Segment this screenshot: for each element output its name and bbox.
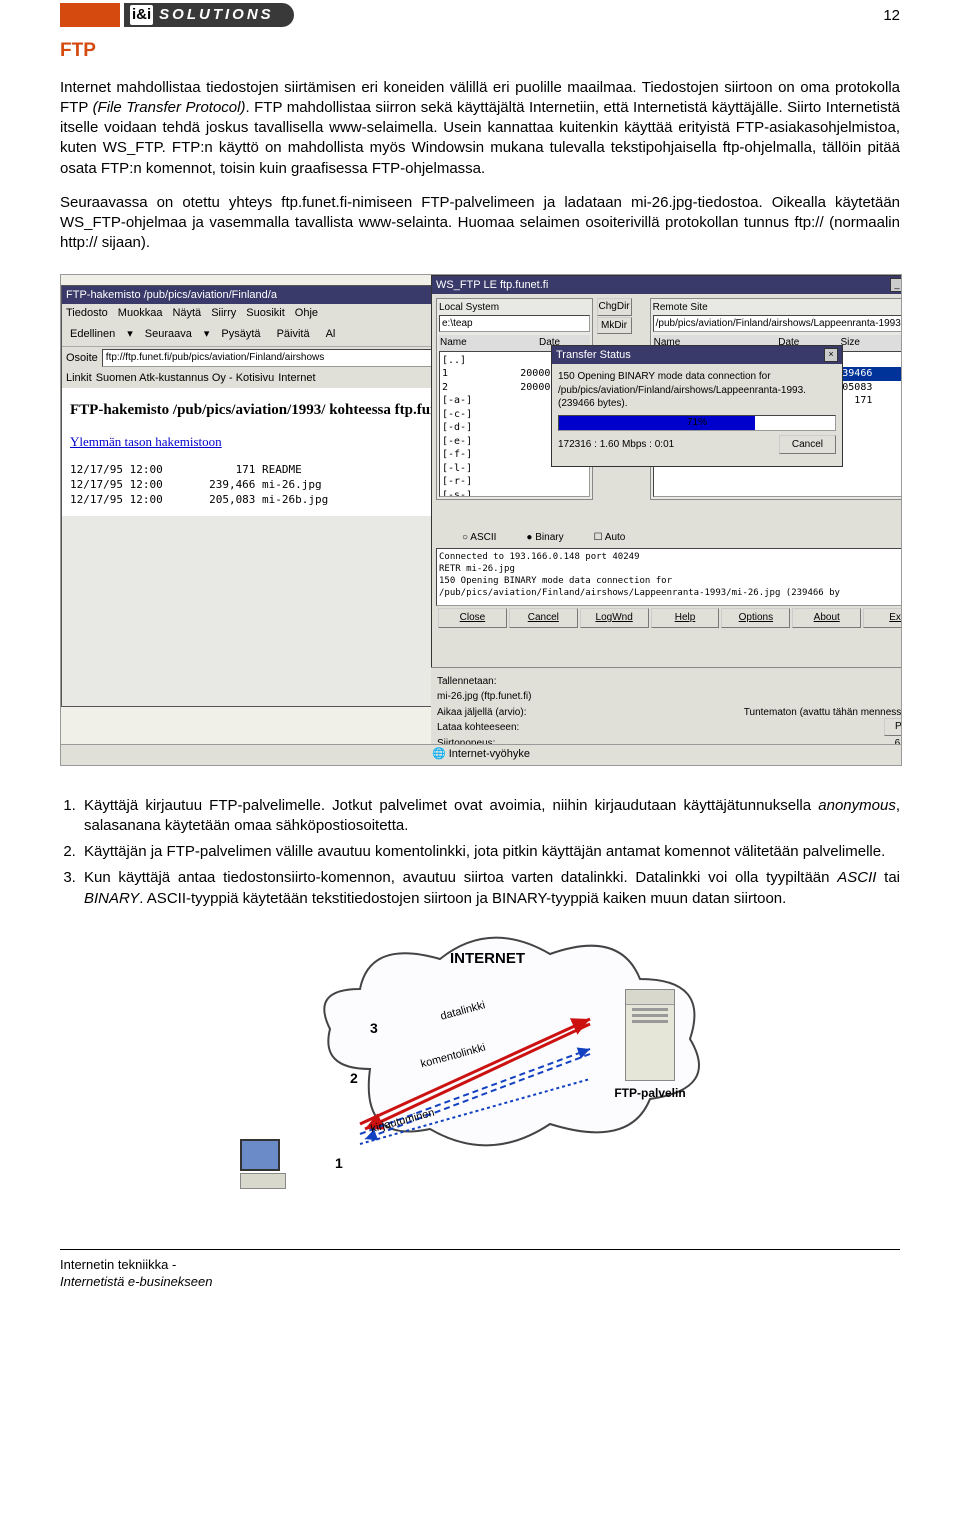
chgdir-button[interactable]: ChgDir bbox=[597, 298, 632, 316]
browser-title: FTP-hakemisto /pub/pics/aviation/Finland… bbox=[66, 288, 277, 303]
close-icon[interactable]: × bbox=[824, 348, 838, 362]
transfer-mode-radios: ○ ASCII ● Binary ☐ Auto bbox=[432, 528, 902, 548]
home-button[interactable]: Al bbox=[322, 326, 340, 343]
transfer-msg: /pub/pics/aviation/Finland/airshows/Lapp… bbox=[558, 384, 836, 398]
status-log: Connected to 193.166.0.148 port 40249 RE… bbox=[436, 548, 902, 606]
page-footer: Internetin tekniikka - Internetistä e-bu… bbox=[60, 1249, 900, 1291]
dir-heading: FTP-hakemisto /pub/pics/aviation/1993/ k… bbox=[70, 400, 484, 420]
intro-paragraph-2: Seuraavassa on otettu yhteys ftp.funet.f… bbox=[60, 193, 900, 254]
exit-button[interactable]: Exit bbox=[863, 608, 902, 628]
menu-file[interactable]: Tiedosto bbox=[66, 306, 108, 321]
step-number-3: 3 bbox=[370, 1019, 378, 1038]
intro-paragraph-1: Internet mahdollistaa tiedostojen siirtä… bbox=[60, 78, 900, 179]
cancel-button[interactable]: Peruuta bbox=[884, 718, 902, 736]
list-item: [-s-] bbox=[442, 489, 587, 497]
file-row[interactable]: 12/17/95 12:00 205,083 mi-26b.jpg bbox=[70, 493, 484, 508]
stop-button[interactable]: Pysäytä bbox=[217, 326, 264, 343]
page-number: 12 bbox=[883, 6, 900, 26]
binary-radio[interactable]: ● Binary bbox=[526, 531, 563, 545]
brand-logo: i&i bbox=[130, 5, 153, 25]
menu-help[interactable]: Ohje bbox=[295, 306, 318, 321]
ascii-radio[interactable]: ○ ASCII bbox=[462, 531, 496, 545]
header-accent bbox=[60, 3, 120, 27]
progress-percent: 71% bbox=[559, 416, 835, 430]
file-row[interactable]: 12/17/95 12:00 171 README bbox=[70, 463, 484, 478]
links-row: Linkit Suomen Atk-kustannus Oy - Kotisiv… bbox=[62, 369, 492, 388]
local-label: Local System bbox=[439, 301, 590, 315]
transfer-status-dialog: Transfer Status × 150 Opening BINARY mod… bbox=[551, 345, 843, 467]
globe-icon: 🌐 bbox=[432, 747, 446, 762]
client-pc-icon bbox=[240, 1139, 300, 1199]
browser-body: FTP-hakemisto /pub/pics/aviation/1993/ k… bbox=[62, 388, 492, 516]
server-label: FTP-palvelin bbox=[610, 1085, 690, 1101]
cancel-button[interactable]: Cancel bbox=[779, 435, 836, 455]
step-2: Käyttäjän ja FTP-palvelimen välille avau… bbox=[80, 842, 900, 862]
progress-bar: 71% bbox=[558, 415, 836, 431]
server-icon: FTP-palvelin bbox=[610, 989, 690, 1109]
address-row: Osoite ftp://ftp.funet.fi/pub/pics/aviat… bbox=[62, 347, 492, 369]
about-button[interactable]: About bbox=[792, 608, 861, 628]
section-title: FTP bbox=[60, 38, 900, 64]
back-button[interactable]: Edellinen bbox=[66, 326, 119, 343]
ie-zone-status: 🌐 Internet-vyöhyke bbox=[61, 744, 901, 765]
browser-window: FTP-hakemisto /pub/pics/aviation/Finland… bbox=[61, 285, 493, 707]
menu-favorites[interactable]: Suosikit bbox=[246, 306, 285, 321]
browser-titlebar: FTP-hakemisto /pub/pics/aviation/Finland… bbox=[62, 286, 492, 305]
help-button[interactable]: Help bbox=[651, 608, 720, 628]
file-row[interactable]: 12/17/95 12:00 239,466 mi-26.jpg bbox=[70, 478, 484, 493]
links-item-2[interactable]: Internet bbox=[278, 371, 315, 386]
transfer-msg: 150 Opening BINARY mode data connection … bbox=[558, 370, 836, 384]
close-button[interactable]: Close bbox=[438, 608, 507, 628]
menu-go[interactable]: Siirry bbox=[211, 306, 236, 321]
logwnd-button[interactable]: LogWnd bbox=[580, 608, 649, 628]
brand-wordmark: i&i SOLUTIONS bbox=[124, 3, 294, 27]
remote-label: Remote Site bbox=[653, 301, 902, 315]
browser-toolbar: Edellinen▾ Seuraava▾ Pysäytä Päivitä Al bbox=[62, 323, 492, 347]
forward-button[interactable]: Seuraava bbox=[141, 326, 196, 343]
refresh-button[interactable]: Päivitä bbox=[273, 326, 314, 343]
step-number-1: 1 bbox=[335, 1154, 343, 1173]
menu-view[interactable]: Näytä bbox=[172, 306, 201, 321]
step-number-2: 2 bbox=[350, 1069, 358, 1088]
ftp-diagram: INTERNET FTP-palvelin datalinkki komento… bbox=[240, 929, 720, 1209]
wsftp-titlebar: WS_FTP LE ftp.funet.fi _ □ × bbox=[432, 276, 902, 295]
list-item: [-r-] bbox=[442, 475, 587, 489]
wsftp-bottom-buttons: Close Cancel LogWnd Help Options About E… bbox=[432, 606, 902, 630]
address-label: Osoite bbox=[66, 351, 98, 366]
links-label: Linkit bbox=[66, 371, 92, 386]
step-3: Kun käyttäjä antaa tiedostonsiirto-komen… bbox=[80, 868, 900, 909]
options-button[interactable]: Options bbox=[721, 608, 790, 628]
up-link[interactable]: Ylemmän tason hakemistoon bbox=[70, 434, 222, 449]
footer-line-2: Internetistä e-businekseen bbox=[60, 1273, 900, 1291]
local-path[interactable]: e:\teap bbox=[439, 315, 590, 333]
wsftp-window: WS_FTP LE ftp.funet.fi _ □ × Local Syste… bbox=[431, 275, 902, 677]
remote-path[interactable]: /pub/pics/aviation/Finland/airshows/Lapp… bbox=[653, 315, 902, 333]
brand-header: i&i SOLUTIONS bbox=[60, 0, 900, 30]
transfer-msg: (239466 bytes). bbox=[558, 397, 836, 411]
minimize-button[interactable]: _ bbox=[890, 278, 902, 292]
step-1: Käyttäjä kirjautuu FTP-palvelimelle. Jot… bbox=[80, 796, 900, 837]
brand-text: SOLUTIONS bbox=[159, 5, 274, 25]
internet-label: INTERNET bbox=[450, 949, 525, 969]
links-item-1[interactable]: Suomen Atk-kustannus Oy - Kotisivu bbox=[96, 371, 275, 386]
menu-edit[interactable]: Muokkaa bbox=[118, 306, 163, 321]
numbered-steps: Käyttäjä kirjautuu FTP-palvelimelle. Jot… bbox=[80, 796, 900, 909]
cancel-button[interactable]: Cancel bbox=[509, 608, 578, 628]
browser-menubar: Tiedosto Muokkaa Näytä Siirry Suosikit O… bbox=[62, 304, 492, 323]
screenshot-composite: FTP-hakemisto /pub/pics/aviation/Finland… bbox=[60, 274, 902, 766]
footer-line-1: Internetin tekniikka - bbox=[60, 1256, 900, 1274]
transfer-title: Transfer Status bbox=[556, 348, 631, 363]
mkdir-button[interactable]: MkDir bbox=[597, 317, 632, 335]
transfer-stats: 172316 : 1.60 Mbps : 0:01 bbox=[558, 438, 674, 452]
wsftp-title: WS_FTP LE ftp.funet.fi bbox=[436, 278, 548, 293]
auto-radio[interactable]: ☐ Auto bbox=[594, 531, 626, 545]
